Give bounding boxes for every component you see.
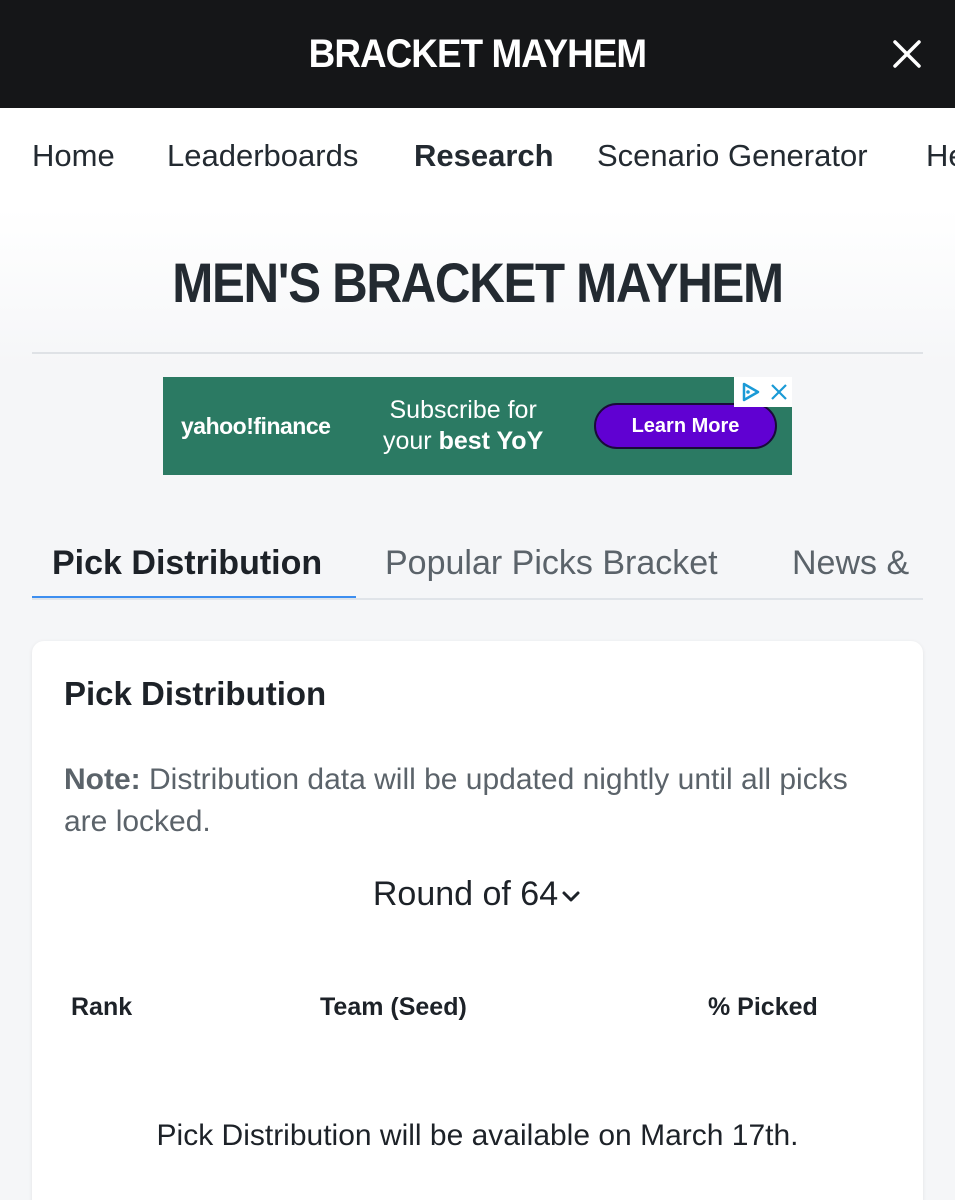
top-bar: BRACKET MAYHEM [0,0,955,108]
round-selector[interactable]: Round of 64 [32,875,923,914]
ad-choices[interactable] [734,377,792,407]
pick-distribution-card: Pick Distribution Note: Distribution dat… [32,641,923,1200]
research-tabs: Pick Distribution Popular Picks Bracket … [32,530,923,600]
nav-item-leaderboards[interactable]: Leaderboards [167,138,358,174]
card-title: Pick Distribution [64,675,327,712]
column-header-percent-picked[interactable]: % Picked [708,993,818,1022]
main-nav: Home Leaderboards Research Scenario Gene… [0,108,955,208]
ad-learn-more-button[interactable]: Learn More [594,403,777,449]
note-text: Note: Distribution data will be updated … [64,759,864,843]
ad-close-icon[interactable] [770,383,788,401]
adchoices-icon[interactable] [739,381,761,403]
column-header-rank[interactable]: Rank [71,993,132,1022]
ad-line-2: your best YoY [383,426,543,457]
tab-pick-distribution[interactable]: Pick Distribution [52,544,322,583]
close-icon [893,40,921,68]
title-divider [32,352,923,354]
tab-news[interactable]: News & [792,544,909,583]
column-header-team-seed[interactable]: Team (Seed) [320,993,467,1022]
close-button[interactable] [887,34,927,74]
ad-text: Subscribe for your best YoY [383,395,543,457]
nav-item-research[interactable]: Research [414,138,554,174]
ad-line-2-prefix: your [383,427,439,455]
nav-item-scenario-generator[interactable]: Scenario Generator [597,138,868,174]
chevron-down-icon [562,891,580,902]
brand-logo: BRACKET MAYHEM [308,31,647,76]
round-selector-label: Round of 64 [372,875,559,913]
tab-popular-picks-bracket[interactable]: Popular Picks Bracket [385,544,718,583]
ad-line-1: Subscribe for [389,396,537,424]
nav-item-home[interactable]: Home [32,138,115,174]
nav-item-help[interactable]: He [926,138,955,174]
note-label: Note: [64,763,141,796]
page-title: MEN'S BRACKET MAYHEM [172,251,784,314]
ad-line-2-bold: best YoY [438,427,544,455]
active-tab-indicator [32,596,356,598]
ad-logo: yahoo!finance [181,413,331,439]
ad-banner[interactable]: yahoo!finance Subscribe for your best Yo… [163,377,792,475]
empty-state-message: Pick Distribution will be available on M… [156,1119,799,1152]
note-body: Distribution data will be updated nightl… [64,763,848,838]
